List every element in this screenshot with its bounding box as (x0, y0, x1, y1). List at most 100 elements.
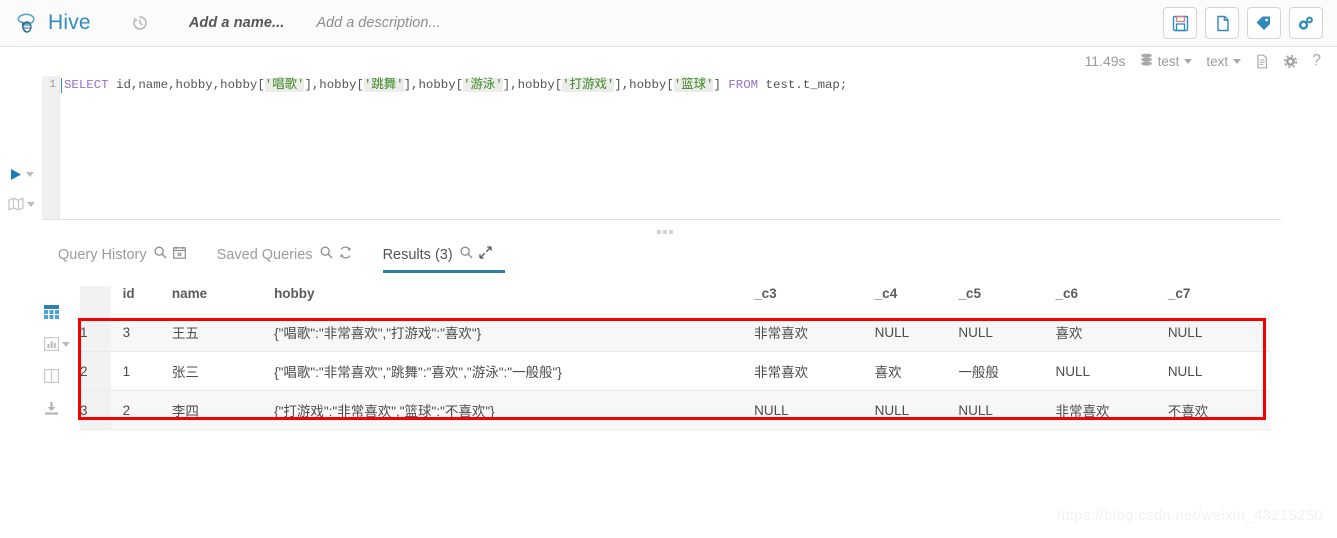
sql-editor[interactable]: 1 SELECT id,name,hobby,hobby['唱歌'],hobby… (42, 76, 1281, 220)
column-header-id[interactable]: id (110, 286, 172, 313)
grid-view-icon[interactable] (44, 305, 70, 319)
cell-_c4: 喜欢 (874, 351, 959, 391)
tab-active-underline (382, 270, 505, 273)
line-number: 1 (49, 79, 56, 91)
column-header-_c5[interactable]: _c5 (958, 286, 1056, 313)
editor-gutter: 1 (42, 76, 60, 220)
cell-hobby: {"唱歌":"非常喜欢","打游戏":"喜欢"} (274, 313, 755, 352)
history-clock-icon[interactable] (127, 10, 153, 36)
tag-button[interactable] (1247, 7, 1281, 39)
chevron-down-icon[interactable] (62, 341, 70, 347)
cell-_c7: NULL (1167, 351, 1270, 391)
search-icon[interactable] (320, 246, 333, 263)
tab-icons (154, 246, 186, 263)
results-table-wrapper: id name hobby _c3 _c4 _c5 _c6 _c7 1 3 王五 {"唱歌":"非常… (80, 286, 1270, 430)
cell-hobby: {"唱歌":"非常喜欢","跳舞":"喜欢","游泳":"一般般"} (274, 351, 755, 391)
tab-results-3[interactable]: Results (3) (382, 246, 505, 273)
format-label: text (1206, 53, 1229, 69)
execute-query-button[interactable] (8, 167, 34, 182)
cell-_c3: 非常喜欢 (754, 351, 875, 391)
cell-_c4: NULL (874, 313, 959, 352)
query-name-input[interactable]: Add a name... (189, 15, 285, 31)
editor-divider (42, 219, 1281, 220)
cell-name: 李四 (171, 390, 275, 430)
cell-_c4: NULL (874, 390, 959, 430)
column-header[interactable] (80, 286, 111, 313)
sql-token-4: '跳舞' (363, 78, 404, 92)
cell-name: 张三 (171, 351, 275, 391)
tab-label: Saved Queries (216, 246, 313, 263)
table-row[interactable]: 1 3 王五 {"唱歌":"非常喜欢","打游戏":"喜欢"} 非常喜欢 NULL NULL… (80, 313, 1270, 352)
cell-_c6: 非常喜欢 (1055, 390, 1168, 430)
play-icon (11, 169, 21, 180)
column-header-name[interactable]: name (171, 286, 275, 313)
cell-_c5: NULL (958, 390, 1056, 430)
document-icon[interactable] (1255, 54, 1269, 69)
sql-token-7: ],hobby[ (502, 78, 563, 92)
cell-hobby: {"打游戏":"非常喜欢","篮球":"不喜欢"} (274, 390, 755, 430)
settings-button[interactable] (1289, 7, 1323, 39)
left-rail (0, 47, 42, 538)
sql-token-5: ],hobby[ (403, 78, 464, 92)
chevron-down-icon (1184, 58, 1193, 64)
panel-resize-handle[interactable] (657, 230, 673, 234)
save-button[interactable] (1163, 7, 1197, 39)
tab-label: Results (3) (382, 246, 453, 263)
column-header-_c7[interactable]: _c7 (1167, 286, 1270, 313)
database-icon (1140, 53, 1153, 70)
row-number: 3 (80, 390, 111, 430)
results-table: id name hobby _c3 _c4 _c5 _c6 _c7 1 3 王五 {"唱歌":"非常… (80, 286, 1270, 430)
column-header-_c4[interactable]: _c4 (874, 286, 959, 313)
table-row[interactable]: 2 1 张三 {"唱歌":"非常喜欢","跳舞":"喜欢","游泳":"一般般"} 非常… (80, 351, 1270, 391)
search-icon[interactable] (460, 246, 473, 263)
sql-token-13: test.t_map; (758, 78, 848, 92)
help-button[interactable]: ? (1312, 52, 1321, 70)
cell-_c7: 不喜欢 (1167, 390, 1270, 430)
sql-token-12: FROM (728, 78, 759, 92)
tab-label: Query History (58, 246, 147, 263)
tab-icons (460, 246, 492, 263)
brand: Hive (14, 10, 91, 36)
top-actions (1163, 7, 1323, 39)
column-header-_c3[interactable]: _c3 (754, 286, 875, 313)
format-selector[interactable]: text (1206, 53, 1242, 69)
results-tabs: Query History Saved Queries Results (3) (58, 246, 523, 273)
editor-meta-bar: 11.49s test text ? (1085, 52, 1321, 70)
watermark: https://blog.csdn.net/weixin_43215250 (1056, 507, 1323, 524)
column-header-_c6[interactable]: _c6 (1055, 286, 1168, 313)
tab-query-history[interactable]: Query History (58, 246, 199, 273)
gear-icon[interactable] (1283, 54, 1298, 69)
sql-token-8: '打游戏' (562, 78, 615, 92)
chevron-down-icon[interactable] (26, 172, 34, 177)
chevron-down-icon[interactable] (27, 201, 35, 207)
columns-view-icon[interactable] (44, 369, 70, 383)
cell-_c6: 喜欢 (1055, 313, 1168, 352)
calendar-icon[interactable] (172, 246, 186, 263)
column-header-hobby[interactable]: hobby (274, 286, 755, 313)
database-name: test (1157, 53, 1180, 69)
database-selector[interactable]: test (1140, 53, 1193, 70)
cell-id: 1 (110, 351, 172, 391)
cell-_c6: NULL (1055, 351, 1168, 391)
row-number: 1 (80, 313, 111, 352)
sql-query-text[interactable]: SELECT id,name,hobby,hobby['唱歌'],hobby['… (64, 76, 1281, 94)
sql-token-10: '篮球' (673, 78, 714, 92)
cell-id: 2 (110, 390, 172, 430)
new-query-button[interactable] (1205, 7, 1239, 39)
editor-cursor (61, 78, 62, 93)
cell-id: 3 (110, 313, 172, 352)
cell-_c3: 非常喜欢 (754, 313, 875, 352)
expand-icon[interactable] (479, 246, 492, 263)
sql-token-11: ] (713, 78, 729, 92)
top-bar: Hive Add a name... Add a description... (0, 0, 1337, 47)
search-icon[interactable] (154, 246, 167, 263)
query-description-input[interactable]: Add a description... (316, 15, 440, 31)
cell-_c5: 一般般 (958, 351, 1056, 391)
tab-saved-queries[interactable]: Saved Queries (217, 246, 365, 273)
download-icon[interactable] (44, 401, 70, 415)
explain-query-button[interactable] (8, 197, 35, 211)
chart-view-icon[interactable] (44, 337, 70, 351)
refresh-icon[interactable] (339, 246, 352, 263)
brand-name: Hive (48, 11, 91, 34)
table-row[interactable]: 3 2 李四 {"打游戏":"非常喜欢","篮球":"不喜欢"} NULL NULL NUL… (80, 390, 1270, 430)
